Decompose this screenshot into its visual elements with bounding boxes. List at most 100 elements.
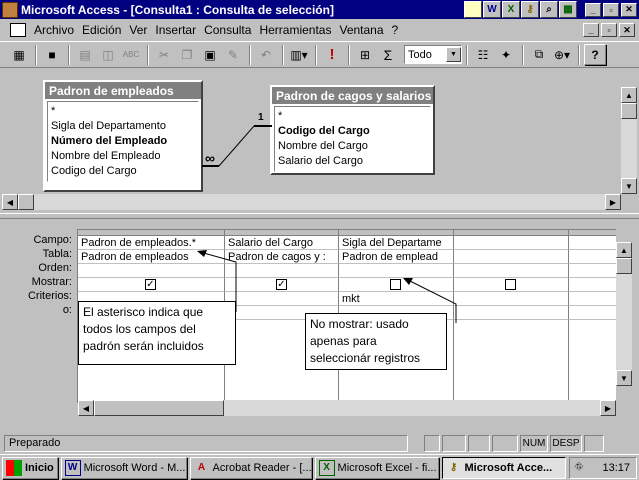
- word-shortcut-icon[interactable]: W: [483, 1, 501, 18]
- access-key-icon: ⚷: [449, 462, 458, 473]
- scroll-down-icon[interactable]: ▼: [616, 370, 632, 386]
- grid-cell-campo[interactable]: Sigla del Departame: [339, 236, 454, 250]
- scroll-up-icon[interactable]: ▲: [621, 87, 637, 103]
- view-icon[interactable]: ▦: [8, 44, 30, 65]
- grid-cell-orden[interactable]: [454, 264, 569, 278]
- grid-cell-tabla[interactable]: Padron de cagos y :: [225, 250, 339, 264]
- new-object-icon[interactable]: ⊕▾: [551, 44, 573, 65]
- grid-cell-o[interactable]: [569, 306, 616, 320]
- annotation-callout-no-mostrar: No mostrar: usado apenas para seleccioná…: [305, 313, 447, 370]
- grid-cell-tabla[interactable]: Padron de emplead: [339, 250, 454, 264]
- menu-consulta[interactable]: Consulta: [200, 23, 255, 37]
- acrobat-icon: A: [197, 462, 206, 473]
- print-icon[interactable]: ▤: [74, 44, 96, 65]
- scroll-right-icon[interactable]: ▶: [600, 400, 616, 416]
- grid-cell-orden[interactable]: [339, 264, 454, 278]
- scroll-up-icon[interactable]: ▲: [616, 242, 632, 258]
- table-pane-vscroll[interactable]: ▲ ▼: [621, 87, 637, 194]
- run-icon[interactable]: !: [321, 44, 343, 65]
- top-values-select[interactable]: Todo ▼: [404, 45, 462, 64]
- totals-icon[interactable]: Σ: [377, 44, 399, 65]
- scroll-right-icon[interactable]: ▶: [605, 194, 621, 210]
- show-checkbox[interactable]: [390, 279, 401, 290]
- grid-cell-campo[interactable]: [454, 236, 569, 250]
- grid-cell-campo[interactable]: Salario del Cargo: [225, 236, 339, 250]
- scroll-left-icon[interactable]: ◀: [78, 400, 94, 416]
- restore-button[interactable]: ▫: [603, 2, 619, 17]
- menu-ventana[interactable]: Ventana: [335, 23, 387, 37]
- grid-cell-orden[interactable]: [569, 264, 616, 278]
- preview-icon[interactable]: ◫: [97, 44, 119, 65]
- query-type-icon[interactable]: ▥▾: [288, 44, 310, 65]
- row-label-tabla: Tabla:: [42, 248, 72, 260]
- task-word[interactable]: W Microsoft Word - M...: [60, 456, 187, 479]
- menu-help[interactable]: ?: [388, 23, 403, 37]
- spelling-icon[interactable]: ABC: [120, 44, 142, 65]
- menu-insertar[interactable]: Insertar: [151, 23, 200, 37]
- grid-cell-mostrar: [569, 278, 616, 292]
- menu-archivo[interactable]: Archivo: [30, 23, 78, 37]
- grid-cell-criterios[interactable]: [569, 292, 616, 306]
- grid-vscroll[interactable]: ▲ ▼: [616, 242, 632, 386]
- grid-cell-campo[interactable]: [569, 236, 616, 250]
- access-shortcut-icon[interactable]: ⚷: [521, 1, 539, 18]
- grid-cell-campo[interactable]: Padron de empleados.*: [78, 236, 225, 250]
- doc-minimize-button[interactable]: _: [583, 23, 599, 37]
- menu-herramientas[interactable]: Herramientas: [255, 23, 335, 37]
- relationship-line[interactable]: [2, 70, 620, 194]
- scroll-thumb[interactable]: [94, 400, 224, 416]
- undo-icon[interactable]: ↶: [255, 44, 277, 65]
- save-icon[interactable]: ■: [41, 44, 63, 65]
- scroll-down-icon[interactable]: ▼: [621, 178, 637, 194]
- office-shortcut-icon[interactable]: [464, 1, 482, 18]
- find-shortcut-icon[interactable]: ⌕: [540, 1, 558, 18]
- copy-icon[interactable]: ❐: [176, 44, 198, 65]
- clock[interactable]: 13:17: [602, 462, 630, 474]
- grid-cell-tabla[interactable]: Padron de empleados: [78, 250, 225, 264]
- grid-cell-orden[interactable]: [225, 264, 339, 278]
- grid-cell-orden[interactable]: [78, 264, 225, 278]
- show-table-icon[interactable]: ⊞: [354, 44, 376, 65]
- grid-cell-tabla[interactable]: [454, 250, 569, 264]
- excel-shortcut-icon[interactable]: X: [502, 1, 520, 18]
- show-checkbox[interactable]: ✓: [145, 279, 156, 290]
- cut-icon[interactable]: ✂: [153, 44, 175, 65]
- row-label-o: o:: [62, 304, 72, 316]
- doc-close-button[interactable]: ✕: [619, 23, 635, 37]
- show-checkbox[interactable]: [505, 279, 516, 290]
- doc-restore-button[interactable]: ▫: [601, 23, 617, 37]
- chevron-down-icon[interactable]: ▼: [446, 47, 461, 62]
- format-painter-icon[interactable]: ✎: [222, 44, 244, 65]
- start-button[interactable]: Inicio: [2, 456, 58, 479]
- task-access[interactable]: ⚷ Microsoft Acce...: [441, 456, 567, 479]
- minimize-button[interactable]: _: [585, 2, 601, 17]
- help-icon[interactable]: ?: [584, 44, 606, 65]
- grid-hscroll[interactable]: ◀ ▶: [78, 400, 616, 416]
- relationship-one-label: 1: [258, 112, 264, 123]
- grid-cell-criterios[interactable]: [454, 292, 569, 306]
- document-system-icon[interactable]: [10, 23, 26, 37]
- table-pane-hscroll[interactable]: ◀ ▶: [2, 194, 621, 210]
- tray-app-icon[interactable]: ⛗: [574, 461, 583, 474]
- grid-cell-criterios[interactable]: mkt: [339, 292, 454, 306]
- task-acrobat[interactable]: A Acrobat Reader - [...: [189, 456, 312, 479]
- database-window-icon[interactable]: ⧉: [528, 44, 550, 65]
- paste-icon[interactable]: ▣: [199, 44, 221, 65]
- scroll-thumb[interactable]: [18, 194, 34, 210]
- scroll-left-icon[interactable]: ◀: [2, 194, 18, 210]
- grid-cell-o[interactable]: [454, 306, 569, 320]
- task-excel[interactable]: X Microsoft Excel - fi...: [314, 456, 439, 479]
- scroll-thumb[interactable]: [621, 103, 637, 119]
- access-key-icon[interactable]: [2, 1, 18, 18]
- show-checkbox[interactable]: ✓: [276, 279, 287, 290]
- properties-icon[interactable]: ☷: [472, 44, 494, 65]
- grid-cell-tabla[interactable]: [569, 250, 616, 264]
- close-button[interactable]: ✕: [621, 2, 637, 17]
- other-shortcut-icon[interactable]: ▦: [559, 1, 577, 18]
- scroll-lock-indicator: DESP: [550, 434, 582, 452]
- menu-edicion[interactable]: Edición: [78, 23, 125, 37]
- menu-ver[interactable]: Ver: [125, 23, 151, 37]
- scroll-thumb[interactable]: [616, 258, 632, 274]
- build-icon[interactable]: ✦: [495, 44, 517, 65]
- grid-cell-criterios[interactable]: [225, 292, 339, 306]
